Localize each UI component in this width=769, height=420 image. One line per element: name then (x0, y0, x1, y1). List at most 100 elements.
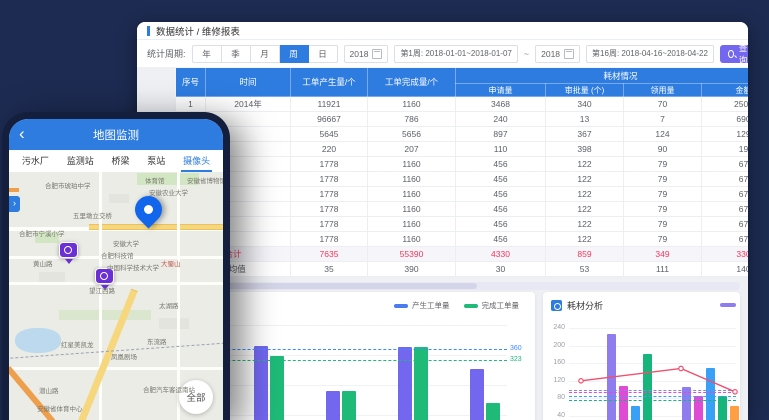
table-cell: 67 (702, 217, 749, 232)
start-year-select[interactable]: 2018 (344, 45, 389, 63)
breadcrumb[interactable]: 数据统计 / 维修报表 (156, 24, 240, 38)
table-cell: 67 (702, 232, 749, 247)
table-cell: 786 (368, 112, 456, 127)
table-cell: 2014年 (206, 97, 291, 112)
table-cell: 7 (624, 112, 702, 127)
map-poi-label: 红星美凯龙 (61, 339, 94, 349)
calendar-icon (372, 49, 382, 59)
start-year-value: 2018 (350, 49, 369, 59)
table-cell: 1778 (291, 232, 368, 247)
map-poi-label: 大蜀山 (161, 258, 181, 268)
table-cell: 111 (624, 262, 702, 277)
table-cell: 19 (702, 142, 749, 157)
bar-产生工单量 (470, 369, 484, 420)
period-option-quarter[interactable]: 季 (222, 45, 251, 63)
camera-marker[interactable] (59, 242, 78, 258)
map-road-orange (9, 188, 19, 192)
table-cell: 340 (546, 97, 624, 112)
phone-mockup: ‹ 地图监测 污水厂 监测站 桥梁 泵站 摄像头 (2, 112, 230, 420)
consumables-chart-title: 耗材分析 (567, 299, 603, 312)
range-separator: ~ (524, 49, 529, 59)
phone-tab-bar: 污水厂 监测站 桥梁 泵站 摄像头 (9, 150, 223, 172)
table-row: 9177811604561227967 (176, 217, 749, 232)
legend-item-completed[interactable]: 完成工单量 (464, 300, 520, 311)
layer-expander-button[interactable]: › (9, 196, 20, 212)
end-year-select[interactable]: 2018 (535, 45, 580, 63)
filter-bar: 统计周期: 年 季 月 周 日 2018 第1周: 2018-01-01~201… (137, 40, 748, 67)
map-poi-label: 合肥市琥珀中学 (45, 180, 91, 190)
end-week-input[interactable]: 第16周: 2018-04-16~2018-04-22 (586, 45, 714, 63)
legend-swatch-created (394, 304, 408, 308)
table-cell: 67 (702, 187, 749, 202)
table-cell: 367 (546, 127, 624, 142)
table-cell: 79 (624, 202, 702, 217)
table-cell: 1778 (291, 172, 368, 187)
period-label: 统计周期: (147, 47, 186, 60)
tab-pump-station[interactable]: 泵站 (145, 150, 167, 172)
query-button[interactable]: 查询 (720, 45, 748, 63)
breadcrumb-accent-bar (147, 26, 150, 36)
start-week-input[interactable]: 第1周: 2018-01-01~2018-01-07 (394, 45, 517, 63)
table-cell: 1160 (368, 97, 456, 112)
table-row: 296667786240137690 (176, 112, 749, 127)
table-cell: 456 (456, 202, 546, 217)
map-road (9, 282, 223, 285)
search-icon (728, 50, 734, 58)
table-horizontal-scrollbar[interactable] (145, 282, 740, 290)
tab-camera[interactable]: 摄像头 (181, 150, 212, 172)
table-cell: 398 (546, 142, 624, 157)
table-cell: 79 (624, 187, 702, 202)
bar-完成工单量 (414, 347, 428, 420)
end-year-value: 2018 (541, 49, 560, 59)
table-cell: 2506 (702, 97, 749, 112)
map-road-yellow (89, 224, 223, 230)
subheader-approved: 审批量 (个) (546, 84, 624, 97)
map-poi-label: 五里墩立交桥 (73, 210, 112, 220)
map-poi-label: 合肥市宁溪小学 (19, 228, 65, 238)
legend-swatch-completed (464, 304, 478, 308)
map-poi-label: 安徽省体育中心 (37, 403, 83, 413)
table-cell: 79 (624, 232, 702, 247)
y-axis-tick-label: 200 (545, 342, 565, 349)
period-option-day[interactable]: 日 (309, 45, 338, 63)
legend-item-created[interactable]: 产生工单量 (394, 300, 450, 311)
period-option-month[interactable]: 月 (251, 45, 280, 63)
chart-icon (551, 300, 562, 311)
table-cell: 240 (456, 112, 546, 127)
map-poi-label: 安徽省博物馆 (187, 175, 223, 185)
map-poi-label: 潜山路 (39, 385, 59, 395)
map-poi-label: 望江西路 (89, 285, 115, 295)
map-canvas[interactable]: › 全部 合肥市琥珀中学体育馆安徽农业大学安徽省博物馆五里墩立交桥合肥市宁溪小学… (9, 172, 223, 420)
tab-sewage-plant[interactable]: 污水厂 (20, 150, 51, 172)
table-cell: 330 (702, 247, 749, 262)
chart-cards: 产生工单量 完成工单量 360323 耗材分析 2402001601208040 (145, 292, 740, 420)
table-cell: 124 (624, 127, 702, 142)
map-poi-label: 东流路 (147, 336, 167, 346)
bar-产生工单量 (254, 346, 268, 420)
table-cell: 140 (702, 262, 749, 277)
total-row: 合计7635553904330859349330 (176, 247, 749, 262)
table-cell: 1160 (368, 187, 456, 202)
table-cell: 1778 (291, 217, 368, 232)
back-chevron-icon[interactable]: ‹ (19, 122, 25, 146)
y-axis-tick-label: 80 (545, 394, 565, 401)
map-poi-label: 安徽大学 (113, 238, 139, 248)
bar-完成工单量 (270, 356, 284, 420)
map-poi-label: 中国科学技术大学 (107, 262, 159, 272)
period-option-year[interactable]: 年 (192, 45, 222, 63)
table-cell: 5645 (291, 127, 368, 142)
y-axis-tick-label: 40 (545, 412, 565, 419)
col-header-index: 序号 (176, 68, 206, 97)
tab-bridge[interactable]: 桥梁 (109, 150, 131, 172)
table-cell: 79 (624, 172, 702, 187)
table-cell: 11921 (291, 97, 368, 112)
table-cell: 1160 (368, 172, 456, 187)
breadcrumb-bar: 数据统计 / 维修报表 (137, 22, 748, 39)
period-segmented-control: 年 季 月 周 日 (192, 45, 338, 63)
table-cell: 122 (546, 157, 624, 172)
y-axis-tick-label: 120 (545, 377, 565, 384)
table-cell: 690 (702, 112, 749, 127)
period-option-week[interactable]: 周 (280, 45, 309, 63)
table-cell: 67 (702, 157, 749, 172)
tab-monitor-station[interactable]: 监测站 (65, 150, 96, 172)
